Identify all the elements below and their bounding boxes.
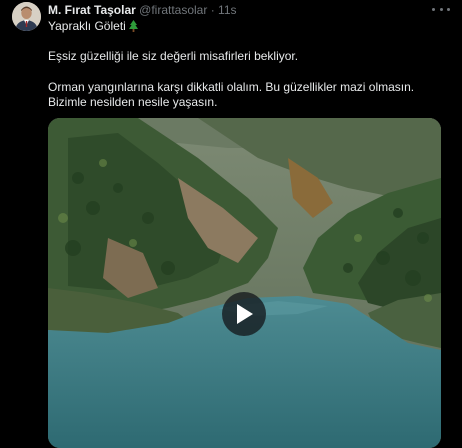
- header-separator: ·: [210, 3, 215, 17]
- tweet[interactable]: M. Fırat Taşolar @firattasolar · 11s Yap…: [0, 0, 462, 448]
- video-player[interactable]: [48, 118, 441, 448]
- video-thumbnail: [48, 118, 441, 448]
- tweet-text-line-3: Bizimle nesilden nesile yaşasın.: [48, 95, 218, 109]
- play-icon: [237, 304, 253, 324]
- tweet-subtitle: Yapraklı Göleti: [48, 19, 138, 35]
- author-name[interactable]: M. Fırat Taşolar: [48, 3, 136, 17]
- avatar[interactable]: [12, 2, 41, 31]
- author-handle[interactable]: @firattasolar: [139, 3, 207, 17]
- tweet-text-line-1: Eşsiz güzelliği ile siz değerli misafirl…: [48, 49, 299, 63]
- tweet-text-line-2: Orman yangınlarına karşı dikkatli olalım…: [48, 80, 415, 94]
- more-options-icon[interactable]: [432, 2, 450, 16]
- tweet-timestamp[interactable]: 11s: [218, 3, 236, 17]
- tweet-header: M. Fırat Taşolar @firattasolar · 11s: [48, 3, 428, 17]
- avatar-image: [12, 2, 41, 31]
- play-button[interactable]: [222, 292, 266, 336]
- evergreen-tree-icon: [128, 20, 138, 35]
- subtitle-text: Yapraklı Göleti: [48, 19, 126, 33]
